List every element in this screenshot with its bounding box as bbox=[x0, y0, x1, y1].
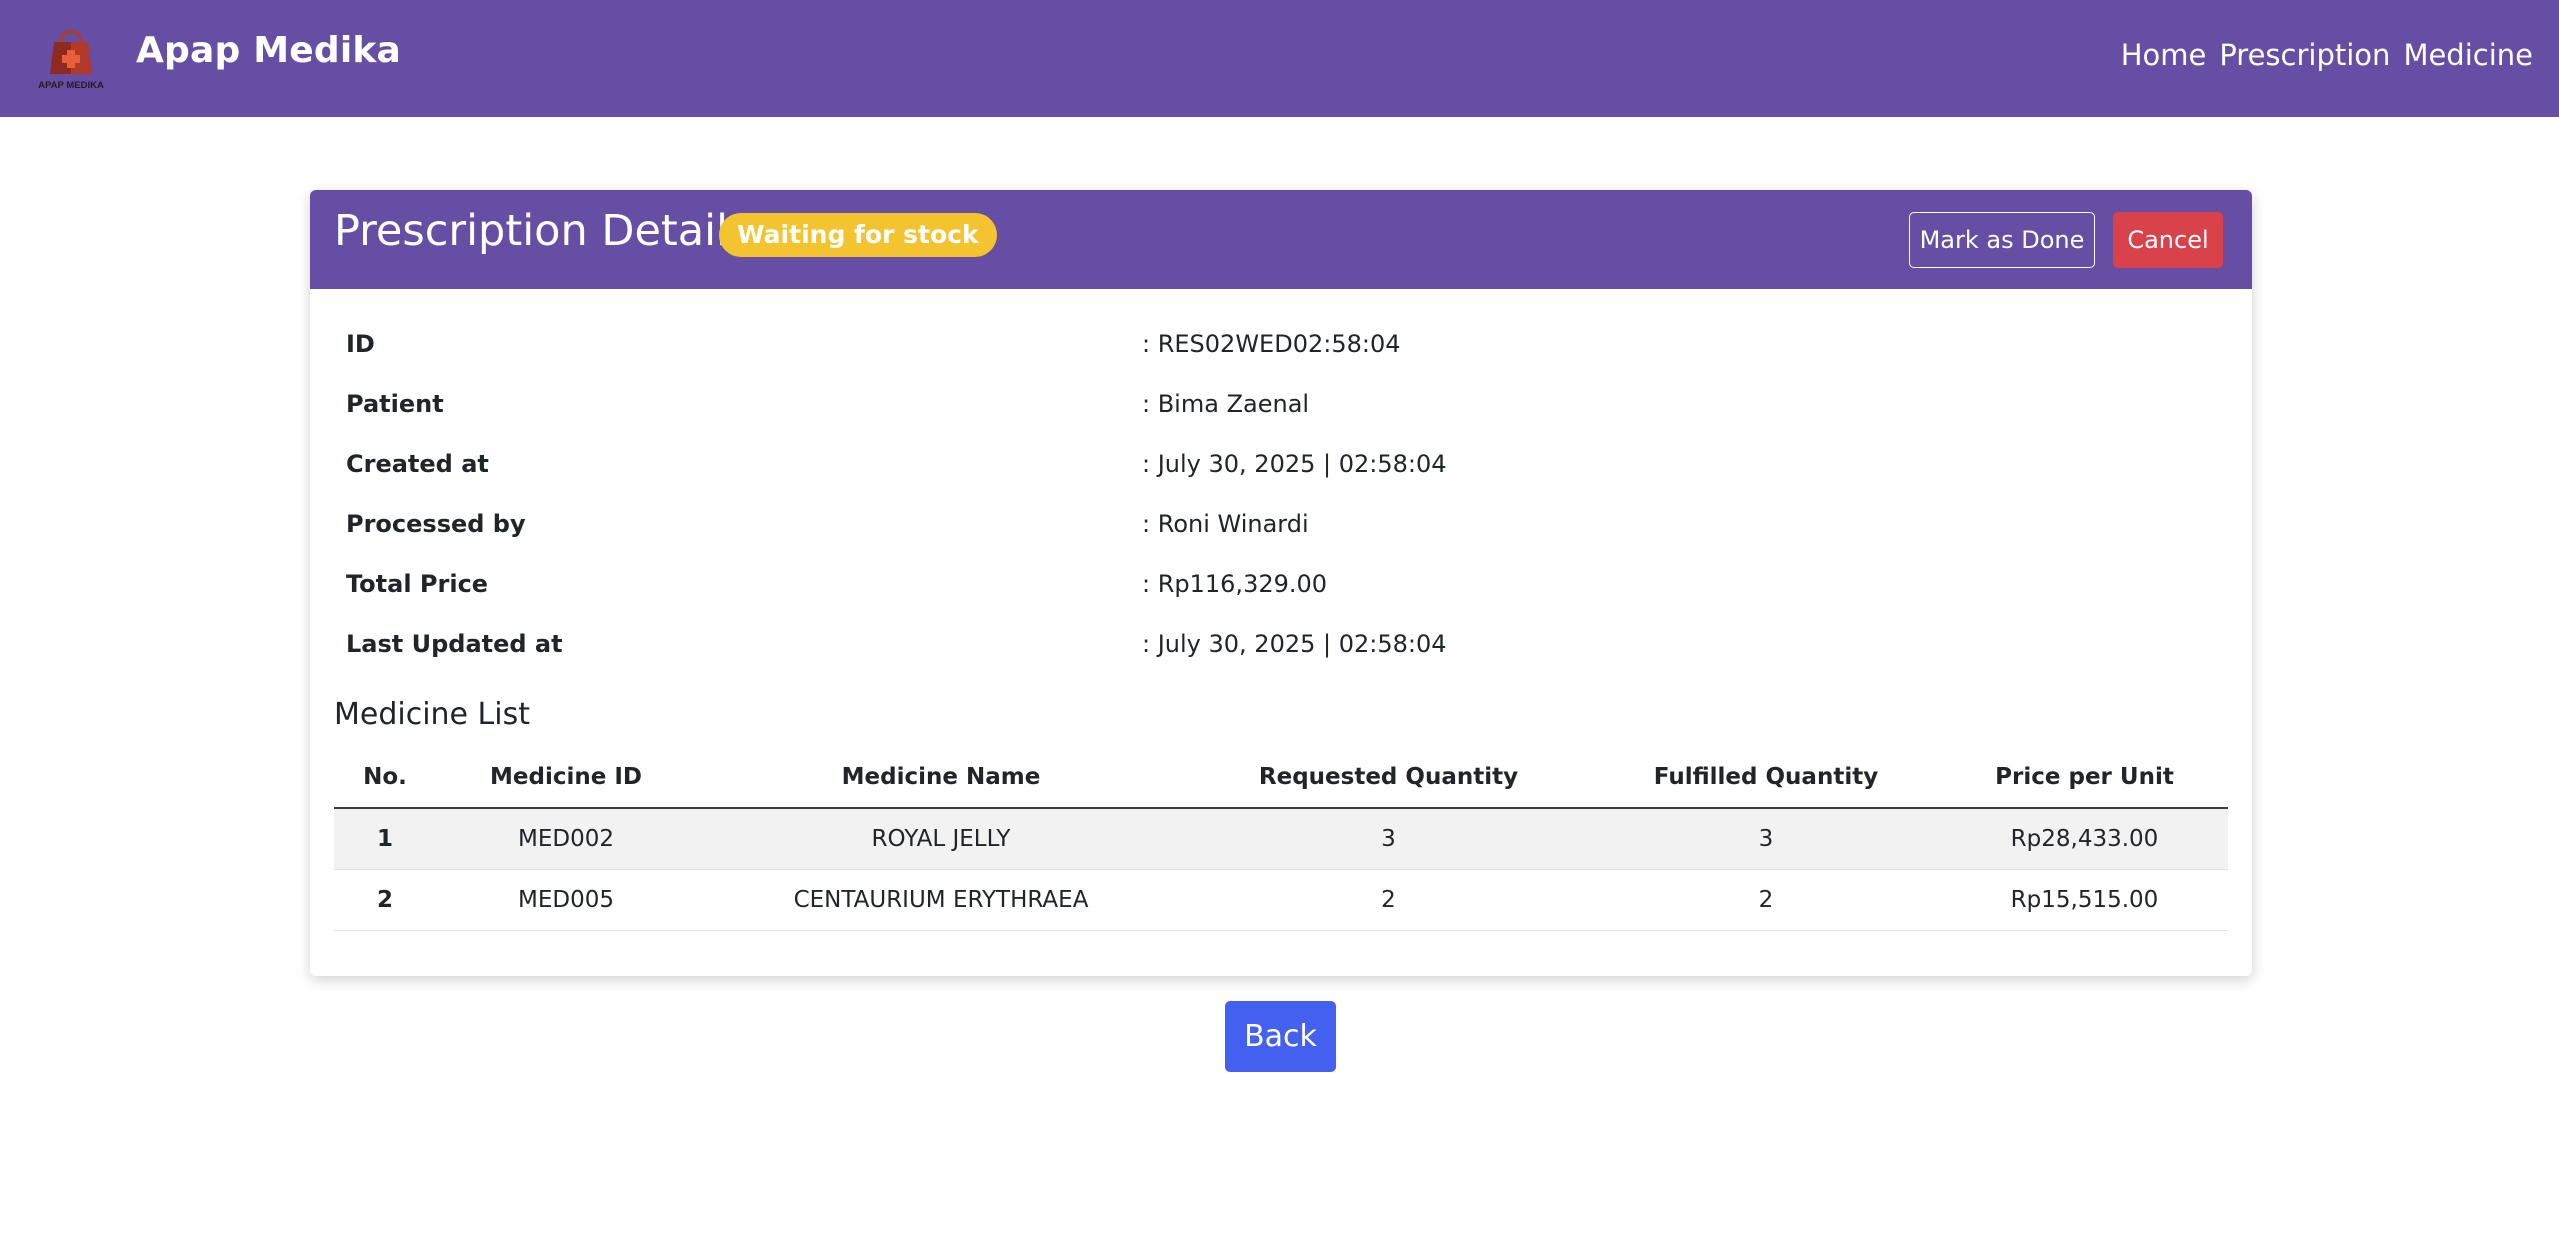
nav-links: Home Prescription Medicine bbox=[2121, 38, 2533, 72]
cancel-button[interactable]: Cancel bbox=[2113, 212, 2223, 268]
prescription-detail-card: Prescription Detail Waiting for stock Ma… bbox=[310, 190, 2252, 976]
column-header: Fulfilled Quantity bbox=[1591, 747, 1941, 809]
logo-text: APAP MEDIKA bbox=[38, 80, 104, 91]
detail-label: Created at bbox=[346, 450, 489, 478]
detail-value: : July 30, 2025 | 02:58:04 bbox=[1142, 450, 1447, 478]
medicine-table: No. Medicine ID Medicine Name Requested … bbox=[334, 747, 2228, 931]
nav-prescription-link[interactable]: Prescription bbox=[2219, 38, 2390, 72]
detail-value: : Roni Winardi bbox=[1142, 510, 1309, 538]
detail-row-patient: Patient : Bima Zaenal bbox=[346, 390, 2206, 430]
detail-row-created-at: Created at : July 30, 2025 | 02:58:04 bbox=[346, 450, 2206, 490]
navbar: APAP MEDIKA Apap Medika Home Prescriptio… bbox=[0, 0, 2559, 117]
card-header: Prescription Detail Waiting for stock Ma… bbox=[310, 190, 2252, 289]
detail-value: : Rp116,329.00 bbox=[1142, 570, 1328, 598]
page-title: Prescription Detail bbox=[334, 206, 729, 256]
table-cell: 2 bbox=[1186, 869, 1591, 931]
table-cell: Rp15,515.00 bbox=[1941, 869, 2228, 931]
column-header: No. bbox=[334, 747, 436, 809]
column-header: Price per Unit bbox=[1941, 747, 2228, 809]
table-cell: MED005 bbox=[436, 869, 696, 931]
table-header-row: No. Medicine ID Medicine Name Requested … bbox=[334, 747, 2228, 809]
apap-medika-logo-icon[interactable]: APAP MEDIKA bbox=[26, 20, 116, 92]
table-cell: 3 bbox=[1591, 808, 1941, 870]
medicine-list-title: Medicine List bbox=[334, 697, 530, 732]
brand-name[interactable]: Apap Medika bbox=[136, 30, 401, 71]
detail-label: ID bbox=[346, 330, 375, 358]
back-button[interactable]: Back bbox=[1225, 1001, 1336, 1072]
detail-value: : RES02WED02:58:04 bbox=[1142, 330, 1401, 358]
detail-label: Patient bbox=[346, 390, 444, 418]
column-header: Medicine ID bbox=[436, 747, 696, 809]
status-badge: Waiting for stock bbox=[719, 213, 997, 257]
table-cell: 2 bbox=[1591, 869, 1941, 931]
table-cell: 1 bbox=[334, 808, 436, 870]
table-cell: Rp28,433.00 bbox=[1941, 808, 2228, 870]
column-header: Medicine Name bbox=[696, 747, 1186, 809]
table-cell: 2 bbox=[334, 869, 436, 931]
column-header: Requested Quantity bbox=[1186, 747, 1591, 809]
detail-row-last-updated: Last Updated at : July 30, 2025 | 02:58:… bbox=[346, 630, 2206, 670]
detail-label: Processed by bbox=[346, 510, 526, 538]
detail-label: Total Price bbox=[346, 570, 489, 598]
table-cell: ROYAL JELLY bbox=[696, 808, 1186, 870]
nav-medicine-link[interactable]: Medicine bbox=[2403, 38, 2533, 72]
table-row: 2 MED005 CENTAURIUM ERYTHRAEA 2 2 Rp15,5… bbox=[334, 869, 2228, 931]
table-cell: MED002 bbox=[436, 808, 696, 870]
table-cell: CENTAURIUM ERYTHRAEA bbox=[696, 869, 1186, 931]
detail-label: Last Updated at bbox=[346, 630, 563, 658]
detail-row-processed-by: Processed by : Roni Winardi bbox=[346, 510, 2206, 550]
nav-home-link[interactable]: Home bbox=[2121, 38, 2207, 72]
table-cell: 3 bbox=[1186, 808, 1591, 870]
table-row: 1 MED002 ROYAL JELLY 3 3 Rp28,433.00 bbox=[334, 808, 2228, 870]
detail-value: : Bima Zaenal bbox=[1142, 390, 1310, 418]
mark-as-done-button[interactable]: Mark as Done bbox=[1909, 212, 2095, 268]
detail-value: : July 30, 2025 | 02:58:04 bbox=[1142, 630, 1447, 658]
detail-row-total-price: Total Price : Rp116,329.00 bbox=[346, 570, 2206, 610]
detail-row-id: ID : RES02WED02:58:04 bbox=[346, 330, 2206, 370]
